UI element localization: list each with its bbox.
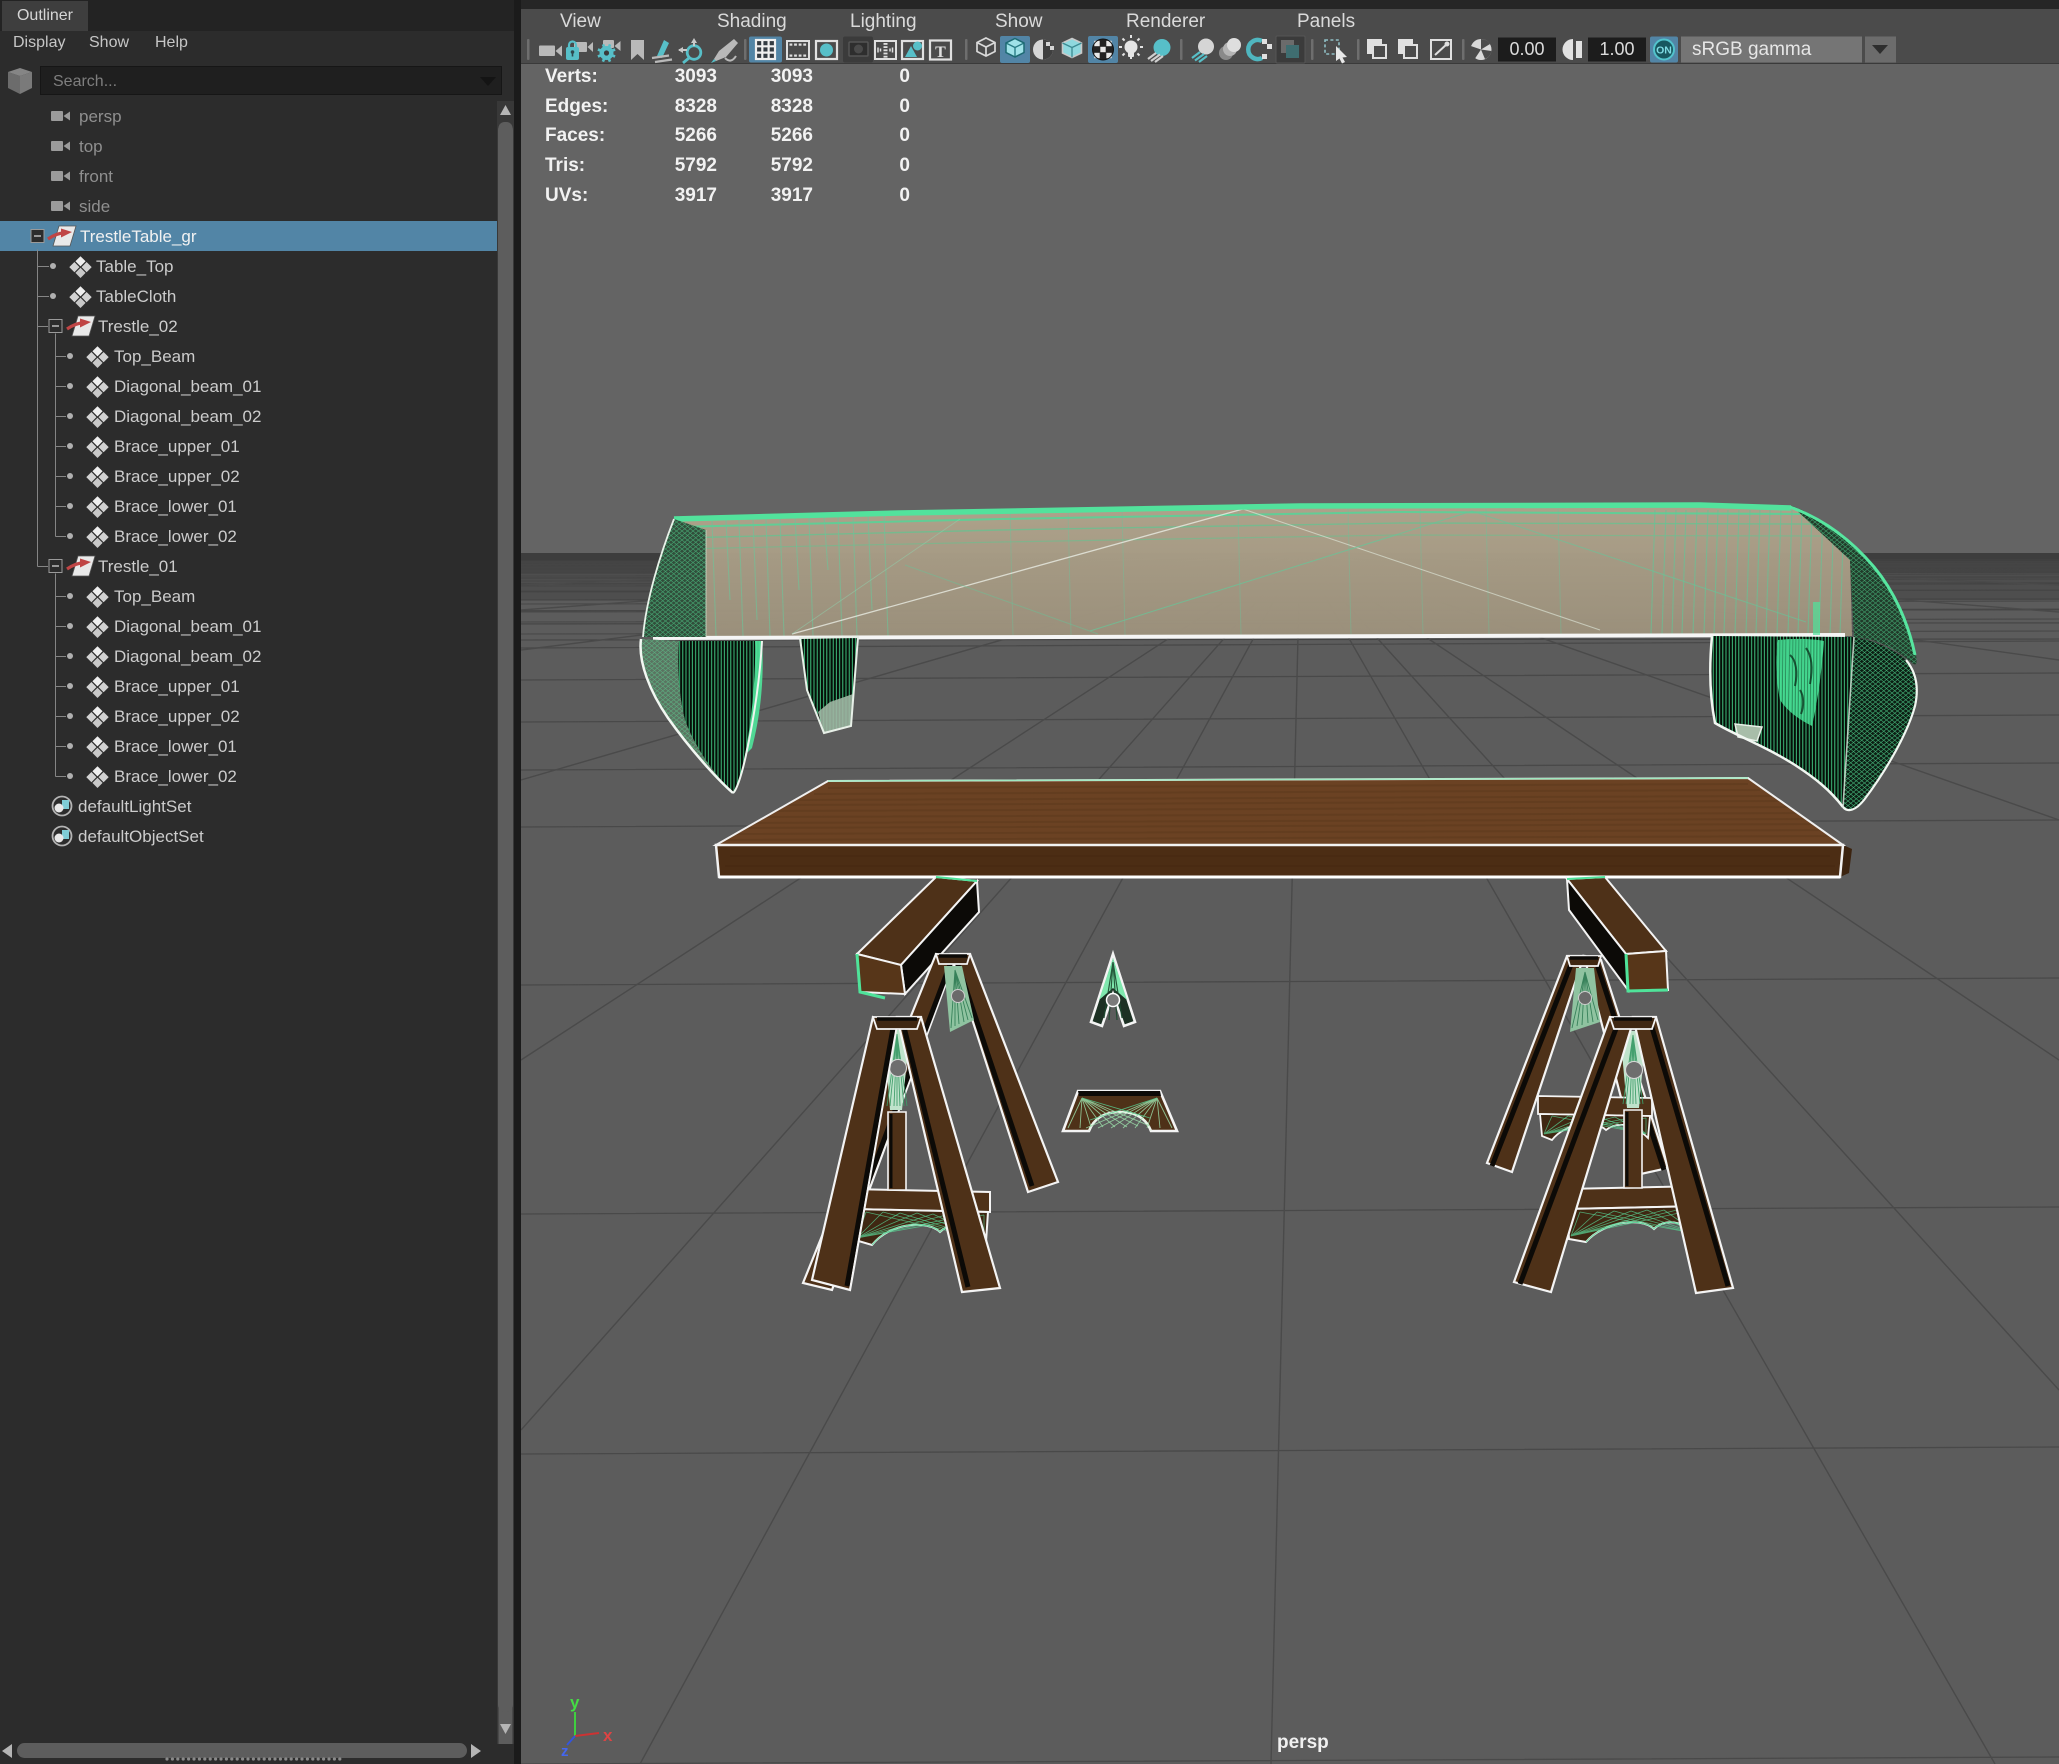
svg-text:5792: 5792 <box>675 155 717 176</box>
svg-text:T: T <box>935 44 946 61</box>
svg-text:front: front <box>79 167 113 186</box>
svg-text:3093: 3093 <box>675 66 717 87</box>
svg-text:Brace_upper_01: Brace_upper_01 <box>114 437 240 456</box>
svg-text:Verts:: Verts: <box>545 66 598 87</box>
svg-text:Diagonal_beam_01: Diagonal_beam_01 <box>114 377 261 396</box>
svg-text:3093: 3093 <box>771 66 813 87</box>
svg-text:Brace_upper_02: Brace_upper_02 <box>114 707 240 726</box>
svg-text:0: 0 <box>899 125 910 146</box>
svg-text:0: 0 <box>899 185 910 206</box>
svg-text:UVs:: UVs: <box>545 185 588 206</box>
svg-text:Diagonal_beam_01: Diagonal_beam_01 <box>114 617 261 636</box>
svg-text:ON: ON <box>1656 45 1672 57</box>
svg-text:Brace_lower_02: Brace_lower_02 <box>114 527 237 546</box>
svg-text:3917: 3917 <box>771 185 813 206</box>
svg-text:top: top <box>79 137 103 156</box>
svg-text:Table_Top: Table_Top <box>96 257 174 276</box>
svg-text:Brace_lower_02: Brace_lower_02 <box>114 767 237 786</box>
svg-text:side: side <box>79 197 110 216</box>
svg-text:8328: 8328 <box>675 96 717 117</box>
svg-text:persp: persp <box>1277 1732 1329 1753</box>
svg-text:Trestle_02: Trestle_02 <box>98 317 178 336</box>
svg-text:0: 0 <box>899 96 910 117</box>
svg-text:y: y <box>570 1693 580 1712</box>
svg-text:0: 0 <box>899 66 910 87</box>
svg-text:1.00: 1.00 <box>1599 39 1634 59</box>
svg-text:z: z <box>561 1743 569 1760</box>
svg-text:Brace_upper_02: Brace_upper_02 <box>114 467 240 486</box>
svg-text:Edges:: Edges: <box>545 96 608 117</box>
svg-text:Top_Beam: Top_Beam <box>114 587 195 606</box>
svg-text:Faces:: Faces: <box>545 125 605 146</box>
svg-text:Brace_lower_01: Brace_lower_01 <box>114 737 237 756</box>
svg-text:5266: 5266 <box>771 125 813 146</box>
svg-text:persp: persp <box>79 107 122 126</box>
svg-text:Brace_lower_01: Brace_lower_01 <box>114 497 237 516</box>
svg-text:8328: 8328 <box>771 96 813 117</box>
svg-text:Top_Beam: Top_Beam <box>114 347 195 366</box>
svg-text:TrestleTable_gr: TrestleTable_gr <box>80 227 197 246</box>
svg-text:Trestle_01: Trestle_01 <box>98 557 178 576</box>
svg-text:Diagonal_beam_02: Diagonal_beam_02 <box>114 407 261 426</box>
svg-text:defaultObjectSet: defaultObjectSet <box>78 827 204 846</box>
svg-text:0.00: 0.00 <box>1509 39 1544 59</box>
svg-text:3917: 3917 <box>675 185 717 206</box>
svg-text:Brace_upper_01: Brace_upper_01 <box>114 677 240 696</box>
svg-text:defaultLightSet: defaultLightSet <box>78 797 192 816</box>
svg-text:Diagonal_beam_02: Diagonal_beam_02 <box>114 647 261 666</box>
svg-text:0: 0 <box>899 155 910 176</box>
svg-text:sRGB gamma: sRGB gamma <box>1692 39 1812 60</box>
svg-text:5792: 5792 <box>771 155 813 176</box>
svg-text:5266: 5266 <box>675 125 717 146</box>
svg-text:Tris:: Tris: <box>545 155 585 176</box>
svg-text:TableCloth: TableCloth <box>96 287 176 306</box>
svg-text:x: x <box>603 1726 613 1745</box>
